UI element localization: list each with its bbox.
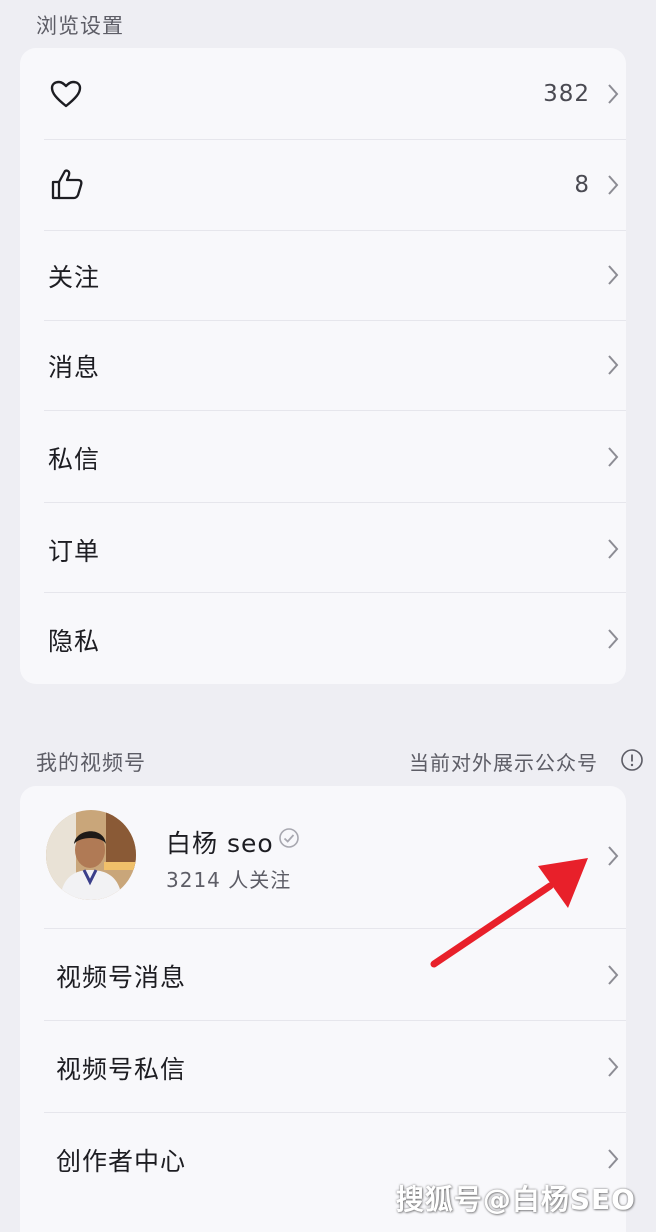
- messages-label: 消息: [48, 353, 101, 382]
- watermark: 搜狐号@白杨SEO: [395, 1183, 636, 1216]
- channel-private-messages-label: 视频号私信: [56, 1055, 187, 1084]
- chevron-right-icon: [608, 1057, 619, 1077]
- orders-label: 订单: [48, 537, 101, 566]
- follows-row[interactable]: 关注: [20, 230, 626, 320]
- verified-check-icon: [279, 828, 299, 848]
- chevron-right-icon: [608, 84, 619, 104]
- follows-label: 关注: [48, 263, 101, 292]
- chevron-right-icon: [608, 355, 619, 375]
- channel-messages-label: 视频号消息: [56, 963, 187, 992]
- chevron-right-icon: [608, 265, 619, 285]
- likes-count: 8: [574, 172, 590, 198]
- avatar: [46, 810, 136, 900]
- chevron-right-icon: [608, 1149, 619, 1169]
- section-title-my-channel: 我的视频号: [36, 751, 146, 775]
- channel-followers: 3214 人关注: [166, 868, 292, 892]
- chevron-right-icon: [608, 846, 619, 866]
- chevron-right-icon: [608, 965, 619, 985]
- messages-row[interactable]: 消息: [20, 320, 626, 410]
- settings-page: 浏览设置 382 8 关注 消息 私信 订单 隐私 我的视频号 当前对外展示公众…: [0, 0, 656, 1232]
- annotation-arrow: [430, 858, 588, 968]
- orders-row[interactable]: 订单: [20, 502, 626, 592]
- thumbs-up-icon: [51, 169, 83, 200]
- chevron-right-icon: [608, 175, 619, 195]
- creator-center-label: 创作者中心: [56, 1147, 187, 1176]
- likes-row[interactable]: 8: [20, 140, 626, 230]
- private-messages-label: 私信: [48, 445, 101, 474]
- chevron-right-icon: [608, 539, 619, 559]
- heart-icon: [50, 80, 82, 108]
- private-messages-row[interactable]: 私信: [20, 410, 626, 502]
- section-title-browse-settings: 浏览设置: [36, 14, 124, 38]
- chevron-right-icon: [608, 447, 619, 467]
- favorites-row[interactable]: 382: [20, 48, 626, 140]
- privacy-row[interactable]: 隐私: [20, 592, 626, 684]
- chevron-right-icon: [608, 629, 619, 649]
- info-icon[interactable]: [620, 748, 644, 772]
- browse-settings-card: 382 8 关注 消息 私信 订单 隐私: [20, 48, 626, 684]
- channel-name: 白杨 seo: [166, 829, 274, 858]
- privacy-label: 隐私: [48, 627, 101, 656]
- avatar-photo: [46, 810, 136, 900]
- favorites-count: 382: [543, 81, 590, 107]
- public-account-note: 当前对外展示公众号: [409, 751, 598, 775]
- channel-private-messages-row[interactable]: 视频号私信: [20, 1020, 626, 1112]
